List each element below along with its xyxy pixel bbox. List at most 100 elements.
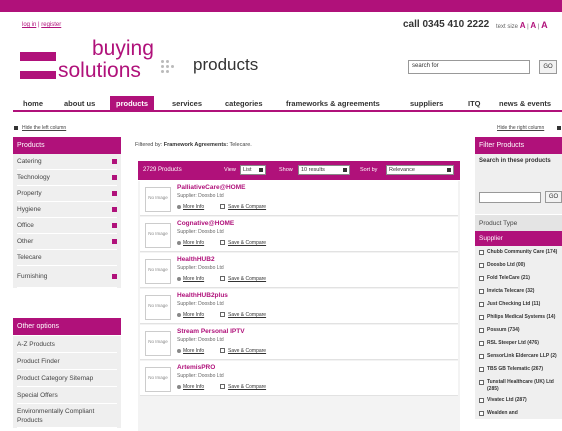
dropdown-icon: [343, 168, 347, 172]
results-list: No Image PalliativeCare@HOME Supplier: D…: [138, 181, 460, 431]
more-info-link[interactable]: More Info: [177, 240, 204, 246]
logo-text-solutions[interactable]: solutions: [58, 60, 141, 81]
category-item-catering[interactable]: Catering: [17, 154, 117, 170]
supplier-checkbox[interactable]: [479, 302, 484, 307]
option-product-finder[interactable]: Product Finder: [17, 353, 117, 370]
supplier-option[interactable]: Invicta Telecare (32): [479, 288, 558, 297]
supplier-option[interactable]: Fold TeleCare (21): [479, 275, 558, 284]
search-go-button[interactable]: GO: [539, 60, 557, 74]
more-info-link[interactable]: More Info: [177, 204, 204, 210]
save-compare[interactable]: Save & Compare: [220, 348, 266, 354]
supplier-option[interactable]: Just Checking Ltd (11): [479, 301, 558, 310]
nav-products[interactable]: products: [110, 96, 155, 112]
supplier-option[interactable]: Chubb Community Care (174): [479, 249, 558, 258]
compare-checkbox[interactable]: [220, 204, 225, 210]
product-name-link[interactable]: PalliativeCare@HOME: [177, 184, 245, 191]
show-label: Show: [279, 167, 293, 173]
sort-select[interactable]: Relevance: [386, 165, 454, 175]
supplier-option[interactable]: Doosbo Ltd (00): [479, 262, 558, 271]
category-item-furnishing[interactable]: Furnishing: [17, 266, 117, 288]
nav-about-us[interactable]: about us: [64, 96, 95, 112]
search-input[interactable]: search for: [408, 60, 530, 74]
view-select[interactable]: List: [240, 165, 266, 175]
compare-checkbox[interactable]: [220, 276, 225, 282]
supplier-checkbox[interactable]: [479, 341, 484, 346]
logo-text-buying[interactable]: buying: [92, 38, 154, 59]
more-info-link[interactable]: More Info: [177, 384, 204, 390]
filter-summary: Filtered by: Framework Agreements: Telec…: [135, 142, 252, 148]
nav-categories[interactable]: categories: [225, 96, 263, 112]
hide-right-column-link[interactable]: Hide the right column: [497, 125, 544, 131]
supplier-checkbox[interactable]: [479, 263, 484, 268]
supplier-label: SensorLink Eldercare LLP (2): [487, 353, 557, 359]
nav-news-events[interactable]: news & events: [499, 96, 551, 112]
text-size-control: text size A | A | A: [496, 20, 548, 30]
login-link[interactable]: log in: [22, 22, 36, 28]
more-info-link[interactable]: More Info: [177, 348, 204, 354]
product-name-link[interactable]: Cognative@HOME: [177, 220, 234, 227]
category-item-property[interactable]: Property: [17, 186, 117, 202]
product-name-link[interactable]: Stream Personal IPTV: [177, 328, 245, 335]
text-size-large[interactable]: A: [541, 20, 548, 30]
option-environmental-products[interactable]: Environmentally Compliant Products: [17, 404, 117, 428]
show-select[interactable]: 10 results: [298, 165, 350, 175]
save-compare-label: Save & Compare: [228, 240, 267, 246]
supplier-option[interactable]: SensorLink Eldercare LLP (2): [479, 353, 558, 362]
product-name-link[interactable]: HealthHUB2plus: [177, 292, 228, 299]
nav-suppliers[interactable]: suppliers: [410, 96, 443, 112]
no-image-placeholder: No Image: [145, 187, 171, 212]
product-name-link[interactable]: ArtemisPRO: [177, 364, 215, 371]
nav-frameworks[interactable]: frameworks & agreements: [286, 96, 380, 112]
product-name-link[interactable]: HealthHUB2: [177, 256, 215, 263]
supplier-checkbox[interactable]: [479, 276, 484, 281]
save-compare[interactable]: Save & Compare: [220, 276, 266, 282]
supplier-option[interactable]: Philips Medical Systems (14): [479, 314, 558, 323]
nav-itq[interactable]: ITQ: [468, 96, 481, 112]
supplier-checkbox[interactable]: [479, 367, 484, 372]
more-info-link[interactable]: More Info: [177, 312, 204, 318]
supplier-checkbox[interactable]: [479, 289, 484, 294]
supplier-checkbox[interactable]: [479, 354, 484, 359]
supplier-option[interactable]: RSL Steeper Ltd (476): [479, 340, 558, 349]
results-toolbar: 2729 Products View List Show 10 results …: [138, 161, 460, 180]
compare-checkbox[interactable]: [220, 240, 225, 246]
supplier-checkbox[interactable]: [479, 380, 484, 385]
option-category-sitemap[interactable]: Product Category Sitemap: [17, 370, 117, 387]
option-special-offers[interactable]: Special Offers: [17, 387, 117, 404]
category-item-hygiene[interactable]: Hygiene: [17, 202, 117, 218]
hide-left-column-link[interactable]: Hide the left column: [22, 125, 66, 131]
compare-checkbox[interactable]: [220, 384, 225, 390]
nav-home[interactable]: home: [23, 96, 43, 112]
option-az-products[interactable]: A-Z Products: [17, 336, 117, 353]
save-compare[interactable]: Save & Compare: [220, 384, 266, 390]
supplier-option[interactable]: Vivatec Ltd (287): [479, 397, 558, 406]
save-compare[interactable]: Save & Compare: [220, 312, 266, 318]
category-item-office[interactable]: Office: [17, 218, 117, 234]
category-item-other[interactable]: Other: [17, 234, 117, 250]
text-size-medium[interactable]: A: [530, 21, 536, 30]
category-item-telecare[interactable]: Telecare: [17, 250, 117, 266]
product-type-filter[interactable]: Product Type: [475, 214, 562, 231]
supplier-label: RSL Steeper Ltd (476): [487, 340, 539, 346]
supplier-option[interactable]: Possum (734): [479, 327, 558, 336]
supplier-checkbox[interactable]: [479, 315, 484, 320]
supplier-checkbox[interactable]: [479, 411, 484, 416]
supplier-option[interactable]: Tunstall Healthcare (UK) Ltd (285): [479, 379, 558, 393]
more-info-link[interactable]: More Info: [177, 276, 204, 282]
compare-checkbox[interactable]: [220, 312, 225, 318]
supplier-checkbox[interactable]: [479, 398, 484, 403]
nav-services[interactable]: services: [172, 96, 202, 112]
supplier-checkbox[interactable]: [479, 328, 484, 333]
compare-checkbox[interactable]: [220, 348, 225, 354]
category-item-technology[interactable]: Technology: [17, 170, 117, 186]
product-item: No Image HealthHUB2 Supplier: Doosbo Ltd…: [140, 253, 458, 288]
register-link[interactable]: register: [41, 22, 61, 28]
supplier-checkbox[interactable]: [479, 250, 484, 255]
filter-search-input[interactable]: [479, 192, 541, 203]
filter-search-go-button[interactable]: GO: [545, 191, 562, 203]
save-compare[interactable]: Save & Compare: [220, 204, 266, 210]
supplier-option[interactable]: Wealden and: [479, 410, 558, 419]
save-compare[interactable]: Save & Compare: [220, 240, 266, 246]
text-size-small[interactable]: A: [520, 21, 526, 30]
supplier-option[interactable]: TBS GB Telematic (267): [479, 366, 558, 375]
